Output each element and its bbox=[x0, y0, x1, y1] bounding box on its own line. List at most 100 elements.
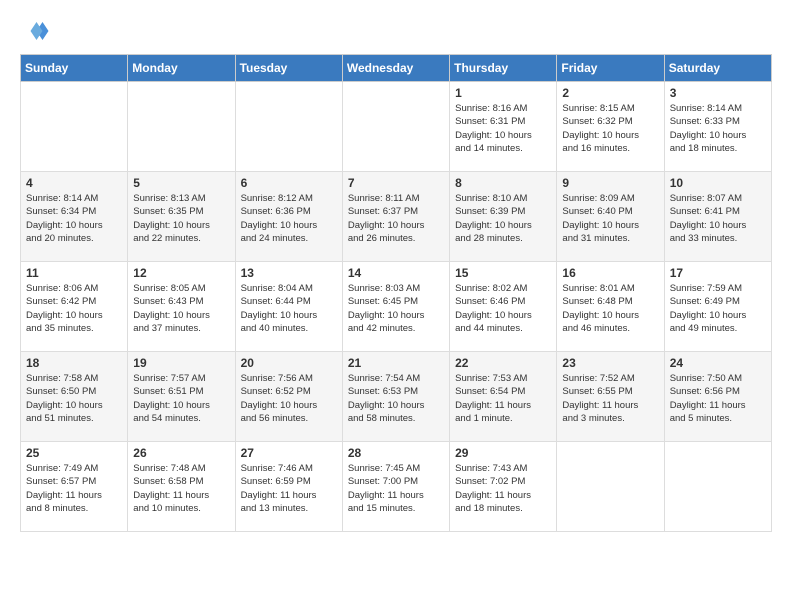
day-number: 14 bbox=[348, 266, 444, 280]
calendar-cell bbox=[342, 82, 449, 172]
day-info: Sunrise: 7:58 AMSunset: 6:50 PMDaylight:… bbox=[26, 372, 122, 425]
day-info: Sunrise: 8:07 AMSunset: 6:41 PMDaylight:… bbox=[670, 192, 766, 245]
day-info: Sunrise: 8:12 AMSunset: 6:36 PMDaylight:… bbox=[241, 192, 337, 245]
day-number: 3 bbox=[670, 86, 766, 100]
day-header-sunday: Sunday bbox=[21, 55, 128, 82]
day-number: 27 bbox=[241, 446, 337, 460]
day-number: 24 bbox=[670, 356, 766, 370]
day-number: 2 bbox=[562, 86, 658, 100]
calendar-cell: 4 Sunrise: 8:14 AMSunset: 6:34 PMDaylight… bbox=[21, 172, 128, 262]
calendar-cell: 26 Sunrise: 7:48 AMSunset: 6:58 PMDayligh… bbox=[128, 442, 235, 532]
day-number: 5 bbox=[133, 176, 229, 190]
day-number: 12 bbox=[133, 266, 229, 280]
day-info: Sunrise: 8:06 AMSunset: 6:42 PMDaylight:… bbox=[26, 282, 122, 335]
calendar-cell: 1Sunrise: 8:16 AMSunset: 6:31 PMDaylight… bbox=[450, 82, 557, 172]
calendar-body: 1Sunrise: 8:16 AMSunset: 6:31 PMDaylight… bbox=[21, 82, 772, 532]
calendar-cell: 14 Sunrise: 8:03 AMSunset: 6:45 PMDayligh… bbox=[342, 262, 449, 352]
day-info: Sunrise: 7:54 AMSunset: 6:53 PMDaylight:… bbox=[348, 372, 444, 425]
calendar-cell bbox=[664, 442, 771, 532]
day-number: 20 bbox=[241, 356, 337, 370]
calendar-cell: 2 Sunrise: 8:15 AMSunset: 6:32 PMDaylight… bbox=[557, 82, 664, 172]
day-info: Sunrise: 8:16 AMSunset: 6:31 PMDaylight:… bbox=[455, 102, 551, 155]
calendar-cell: 11 Sunrise: 8:06 AMSunset: 6:42 PMDayligh… bbox=[21, 262, 128, 352]
day-info: Sunrise: 7:43 AMSunset: 7:02 PMDaylight:… bbox=[455, 462, 551, 515]
calendar-cell bbox=[128, 82, 235, 172]
day-number: 13 bbox=[241, 266, 337, 280]
week-row-3: 11 Sunrise: 8:06 AMSunset: 6:42 PMDayligh… bbox=[21, 262, 772, 352]
day-info: Sunrise: 7:50 AMSunset: 6:56 PMDaylight:… bbox=[670, 372, 766, 425]
calendar-cell bbox=[235, 82, 342, 172]
day-number: 6 bbox=[241, 176, 337, 190]
day-number: 7 bbox=[348, 176, 444, 190]
day-number: 15 bbox=[455, 266, 551, 280]
day-info: Sunrise: 8:04 AMSunset: 6:44 PMDaylight:… bbox=[241, 282, 337, 335]
day-info: Sunrise: 8:10 AMSunset: 6:39 PMDaylight:… bbox=[455, 192, 551, 245]
day-info: Sunrise: 8:14 AMSunset: 6:34 PMDaylight:… bbox=[26, 192, 122, 245]
day-number: 29 bbox=[455, 446, 551, 460]
day-number: 25 bbox=[26, 446, 122, 460]
day-number: 8 bbox=[455, 176, 551, 190]
calendar-cell: 3 Sunrise: 8:14 AMSunset: 6:33 PMDaylight… bbox=[664, 82, 771, 172]
calendar-cell: 21Sunrise: 7:54 AMSunset: 6:53 PMDayligh… bbox=[342, 352, 449, 442]
week-row-2: 4 Sunrise: 8:14 AMSunset: 6:34 PMDaylight… bbox=[21, 172, 772, 262]
day-number: 23 bbox=[562, 356, 658, 370]
day-header-saturday: Saturday bbox=[664, 55, 771, 82]
day-number: 22 bbox=[455, 356, 551, 370]
calendar-cell: 17Sunrise: 7:59 AMSunset: 6:49 PMDayligh… bbox=[664, 262, 771, 352]
logo-icon bbox=[20, 16, 50, 46]
calendar-cell bbox=[557, 442, 664, 532]
day-header-tuesday: Tuesday bbox=[235, 55, 342, 82]
day-number: 28 bbox=[348, 446, 444, 460]
calendar-cell: 6 Sunrise: 8:12 AMSunset: 6:36 PMDaylight… bbox=[235, 172, 342, 262]
day-number: 10 bbox=[670, 176, 766, 190]
calendar-cell: 16Sunrise: 8:01 AMSunset: 6:48 PMDayligh… bbox=[557, 262, 664, 352]
day-info: Sunrise: 7:45 AMSunset: 7:00 PMDaylight:… bbox=[348, 462, 444, 515]
day-number: 11 bbox=[26, 266, 122, 280]
page-header bbox=[20, 16, 772, 46]
day-number: 18 bbox=[26, 356, 122, 370]
day-number: 26 bbox=[133, 446, 229, 460]
day-info: Sunrise: 8:02 AMSunset: 6:46 PMDaylight:… bbox=[455, 282, 551, 335]
calendar-cell: 5 Sunrise: 8:13 AMSunset: 6:35 PMDaylight… bbox=[128, 172, 235, 262]
day-info: Sunrise: 7:56 AMSunset: 6:52 PMDaylight:… bbox=[241, 372, 337, 425]
day-info: Sunrise: 8:14 AMSunset: 6:33 PMDaylight:… bbox=[670, 102, 766, 155]
logo bbox=[20, 16, 54, 46]
day-info: Sunrise: 8:03 AMSunset: 6:45 PMDaylight:… bbox=[348, 282, 444, 335]
day-info: Sunrise: 7:46 AMSunset: 6:59 PMDaylight:… bbox=[241, 462, 337, 515]
day-info: Sunrise: 7:59 AMSunset: 6:49 PMDaylight:… bbox=[670, 282, 766, 335]
calendar-cell: 29 Sunrise: 7:43 AMSunset: 7:02 PMDayligh… bbox=[450, 442, 557, 532]
calendar-cell: 8 Sunrise: 8:10 AMSunset: 6:39 PMDaylight… bbox=[450, 172, 557, 262]
calendar-cell: 20 Sunrise: 7:56 AMSunset: 6:52 PMDayligh… bbox=[235, 352, 342, 442]
day-header-thursday: Thursday bbox=[450, 55, 557, 82]
calendar-cell: 18 Sunrise: 7:58 AMSunset: 6:50 PMDayligh… bbox=[21, 352, 128, 442]
day-info: Sunrise: 8:09 AMSunset: 6:40 PMDaylight:… bbox=[562, 192, 658, 245]
calendar-cell: 24 Sunrise: 7:50 AMSunset: 6:56 PMDayligh… bbox=[664, 352, 771, 442]
calendar-cell: 7 Sunrise: 8:11 AMSunset: 6:37 PMDaylight… bbox=[342, 172, 449, 262]
day-info: Sunrise: 7:53 AMSunset: 6:54 PMDaylight:… bbox=[455, 372, 551, 425]
day-number: 4 bbox=[26, 176, 122, 190]
calendar-cell: 9 Sunrise: 8:09 AMSunset: 6:40 PMDaylight… bbox=[557, 172, 664, 262]
day-info: Sunrise: 8:05 AMSunset: 6:43 PMDaylight:… bbox=[133, 282, 229, 335]
week-row-4: 18 Sunrise: 7:58 AMSunset: 6:50 PMDayligh… bbox=[21, 352, 772, 442]
calendar-cell: 22 Sunrise: 7:53 AMSunset: 6:54 PMDayligh… bbox=[450, 352, 557, 442]
calendar-cell: 25Sunrise: 7:49 AMSunset: 6:57 PMDayligh… bbox=[21, 442, 128, 532]
day-info: Sunrise: 8:13 AMSunset: 6:35 PMDaylight:… bbox=[133, 192, 229, 245]
calendar-cell: 12 Sunrise: 8:05 AMSunset: 6:43 PMDayligh… bbox=[128, 262, 235, 352]
calendar-cell: 15 Sunrise: 8:02 AMSunset: 6:46 PMDayligh… bbox=[450, 262, 557, 352]
day-info: Sunrise: 7:52 AMSunset: 6:55 PMDaylight:… bbox=[562, 372, 658, 425]
week-row-1: 1Sunrise: 8:16 AMSunset: 6:31 PMDaylight… bbox=[21, 82, 772, 172]
day-info: Sunrise: 8:11 AMSunset: 6:37 PMDaylight:… bbox=[348, 192, 444, 245]
calendar-cell: 10 Sunrise: 8:07 AMSunset: 6:41 PMDayligh… bbox=[664, 172, 771, 262]
calendar-cell: 19Sunrise: 7:57 AMSunset: 6:51 PMDayligh… bbox=[128, 352, 235, 442]
day-info: Sunrise: 8:01 AMSunset: 6:48 PMDaylight:… bbox=[562, 282, 658, 335]
calendar-table: SundayMondayTuesdayWednesdayThursdayFrid… bbox=[20, 54, 772, 532]
day-number: 9 bbox=[562, 176, 658, 190]
day-number: 19 bbox=[133, 356, 229, 370]
calendar-cell bbox=[21, 82, 128, 172]
week-row-5: 25Sunrise: 7:49 AMSunset: 6:57 PMDayligh… bbox=[21, 442, 772, 532]
day-header-friday: Friday bbox=[557, 55, 664, 82]
calendar-cell: 27 Sunrise: 7:46 AMSunset: 6:59 PMDayligh… bbox=[235, 442, 342, 532]
day-info: Sunrise: 8:15 AMSunset: 6:32 PMDaylight:… bbox=[562, 102, 658, 155]
calendar-cell: 13 Sunrise: 8:04 AMSunset: 6:44 PMDayligh… bbox=[235, 262, 342, 352]
day-info: Sunrise: 7:48 AMSunset: 6:58 PMDaylight:… bbox=[133, 462, 229, 515]
